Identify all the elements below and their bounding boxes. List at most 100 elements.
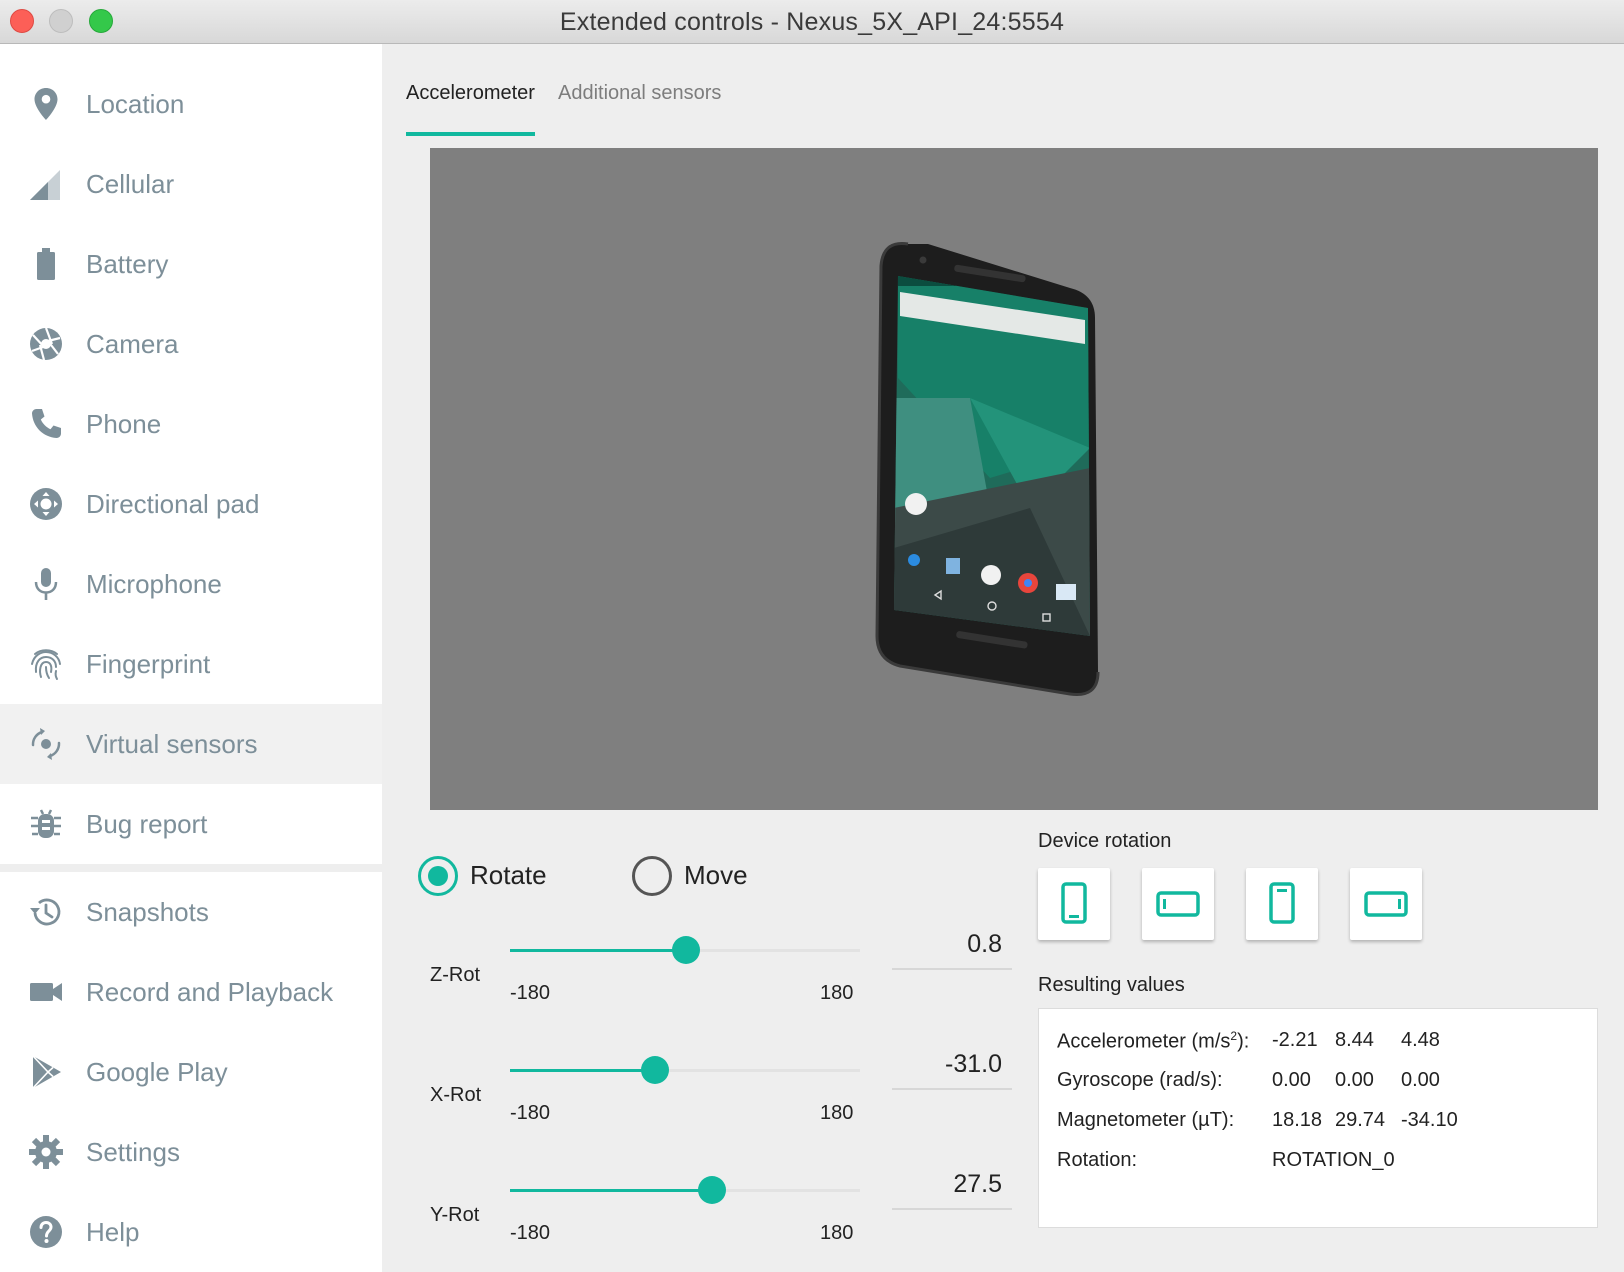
- y-rot-max-label: 180: [820, 1222, 854, 1244]
- battery-icon: [26, 244, 66, 284]
- gyroscope-z: 0.00: [1401, 1069, 1440, 1091]
- sidebar-item-label: Virtual sensors: [86, 729, 258, 759]
- sidebar: Location Cellular Battery Camera Phone D…: [0, 44, 382, 1272]
- resulting-values-label: Resulting values: [1038, 974, 1185, 996]
- gyroscope-x: 0.00: [1272, 1069, 1311, 1091]
- z-rot-slider[interactable]: [510, 930, 860, 970]
- sidebar-item-label: Snapshots: [86, 897, 209, 927]
- microphone-icon: [26, 564, 66, 604]
- reverse-portrait-icon: [1269, 882, 1295, 924]
- x-rot-label: X-Rot: [430, 1084, 482, 1106]
- x-rot-max-label: 180: [820, 1102, 854, 1124]
- device-3d-viewport[interactable]: [430, 148, 1598, 810]
- rotate-landscape-button[interactable]: [1142, 868, 1214, 940]
- main-panel: Accelerometer Additional sensors Rotate …: [382, 44, 1624, 1272]
- play-store-icon: [26, 1052, 66, 1092]
- tab-additional-sensors[interactable]: Additional sensors: [558, 82, 721, 132]
- y-rot-value-field[interactable]: 27.5: [892, 1170, 1012, 1210]
- sidebar-item-record-and-playback[interactable]: Record and Playback: [0, 952, 382, 1032]
- dpad-icon: [26, 484, 66, 524]
- move-label: Move: [684, 860, 748, 890]
- video-camera-icon: [26, 972, 66, 1012]
- bug-icon: [26, 804, 66, 844]
- y-rot-label: Y-Rot: [430, 1204, 480, 1226]
- z-rot-slider-thumb[interactable]: [671, 936, 700, 964]
- portrait-icon: [1061, 882, 1087, 924]
- accelerometer-label: Accelerometer (m/s2):: [1057, 1029, 1250, 1053]
- sidebar-item-battery[interactable]: Battery: [0, 224, 382, 304]
- sidebar-item-label: Fingerprint: [86, 649, 211, 679]
- phone-model: [875, 241, 1100, 697]
- z-rot-value-field[interactable]: 0.8: [892, 930, 1012, 970]
- sidebar-item-virtual-sensors[interactable]: Virtual sensors: [0, 704, 382, 784]
- sidebar-item-label: Phone: [86, 409, 162, 439]
- help-icon: [26, 1212, 66, 1252]
- fingerprint-icon: [26, 644, 66, 684]
- magnetometer-z: -34.10: [1401, 1109, 1458, 1131]
- z-rot-min-label: -180: [510, 982, 551, 1004]
- sidebar-item-label: Record and Playback: [86, 977, 334, 1007]
- sidebar-item-phone[interactable]: Phone: [0, 384, 382, 464]
- landscape-icon: [1156, 891, 1200, 917]
- magnetometer-y: 29.74: [1335, 1109, 1386, 1131]
- rotate-portrait-button[interactable]: [1038, 868, 1110, 940]
- accelerometer-x: -2.21: [1272, 1029, 1318, 1051]
- sidebar-item-location[interactable]: Location: [0, 64, 382, 144]
- sidebar-item-label: Location: [86, 89, 185, 119]
- rotate-reverse-landscape-button[interactable]: [1350, 868, 1422, 940]
- z-rot-label: Z-Rot: [430, 964, 480, 986]
- sidebar-item-label: Directional pad: [86, 489, 260, 519]
- rotate-label: Rotate: [470, 860, 547, 890]
- rotate-radio[interactable]: Rotate: [418, 854, 598, 898]
- location-pin-icon: [26, 84, 66, 124]
- resulting-values-panel: Accelerometer (m/s2): -2.21 8.44 4.48 Gy…: [1038, 1008, 1598, 1228]
- magnetometer-x: 18.18: [1272, 1109, 1323, 1131]
- sidebar-item-label: Cellular: [86, 169, 175, 199]
- camera-aperture-icon: [26, 324, 66, 364]
- magnetometer-label: Magnetometer (µT):: [1057, 1109, 1235, 1131]
- rotation-label: Rotation:: [1057, 1149, 1138, 1171]
- tab-accelerometer[interactable]: Accelerometer: [406, 82, 535, 136]
- sidebar-item-camera[interactable]: Camera: [0, 304, 382, 384]
- x-rot-value-field[interactable]: -31.0: [892, 1050, 1012, 1090]
- gyroscope-label: Gyroscope (rad/s):: [1057, 1069, 1223, 1091]
- window-title: Extended controls - Nexus_5X_API_24:5554: [559, 8, 1065, 36]
- sidebar-item-help[interactable]: Help: [0, 1192, 382, 1272]
- device-rotation-label: Device rotation: [1038, 830, 1172, 852]
- x-rot-min-label: -180: [510, 1102, 551, 1124]
- sidebar-item-label: Settings: [86, 1137, 180, 1167]
- sidebar-item-label: Microphone: [86, 569, 222, 599]
- accelerometer-z: 4.48: [1401, 1029, 1440, 1051]
- sidebar-item-label: Google Play: [86, 1057, 228, 1087]
- sidebar-divider: [0, 864, 382, 872]
- y-rot-slider[interactable]: [510, 1170, 860, 1210]
- x-rot-slider-thumb[interactable]: [640, 1056, 669, 1084]
- accelerometer-y: 8.44: [1335, 1029, 1374, 1051]
- sidebar-item-fingerprint[interactable]: Fingerprint: [0, 624, 382, 704]
- sidebar-item-cellular[interactable]: Cellular: [0, 144, 382, 224]
- x-rot-slider[interactable]: [510, 1050, 860, 1090]
- history-icon: [26, 892, 66, 932]
- move-radio-circle: [632, 856, 672, 896]
- sidebar-item-directional-pad[interactable]: Directional pad: [0, 464, 382, 544]
- sidebar-item-microphone[interactable]: Microphone: [0, 544, 382, 624]
- sidebar-item-snapshots[interactable]: Snapshots: [0, 872, 382, 952]
- rotate-reverse-portrait-button[interactable]: [1246, 868, 1318, 940]
- sidebar-item-google-play[interactable]: Google Play: [0, 1032, 382, 1112]
- gyroscope-y: 0.00: [1335, 1069, 1374, 1091]
- sidebar-item-label: Battery: [86, 249, 169, 279]
- sidebar-item-label: Camera: [86, 329, 179, 359]
- sidebar-item-settings[interactable]: Settings: [0, 1112, 382, 1192]
- sidebar-item-label: Help: [86, 1217, 140, 1247]
- z-rot-max-label: 180: [820, 982, 854, 1004]
- rotation-value: ROTATION_0: [1272, 1149, 1395, 1171]
- y-rot-slider-thumb[interactable]: [697, 1176, 726, 1204]
- cellular-signal-icon: [26, 164, 66, 204]
- move-radio[interactable]: Move: [632, 854, 812, 898]
- gear-icon: [26, 1132, 66, 1172]
- phone-icon: [26, 404, 66, 444]
- y-rot-min-label: -180: [510, 1222, 551, 1244]
- rotate-radio-circle: [418, 856, 458, 896]
- virtual-sensors-icon: [26, 724, 66, 764]
- sidebar-item-bug-report[interactable]: Bug report: [0, 784, 382, 864]
